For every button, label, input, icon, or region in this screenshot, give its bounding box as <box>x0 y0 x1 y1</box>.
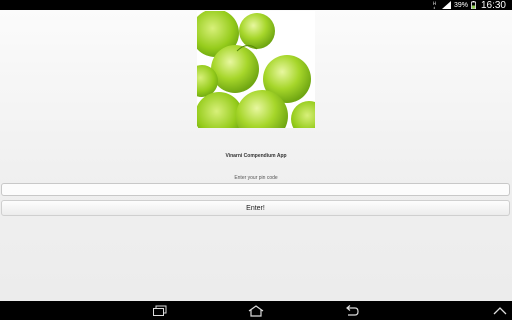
pin-input[interactable] <box>1 183 510 196</box>
battery-icon <box>471 1 476 9</box>
signal-icon <box>441 1 451 9</box>
app-content: Vinarni Compendium App Enter your pin co… <box>0 10 512 301</box>
home-icon[interactable] <box>244 303 268 318</box>
recent-apps-icon[interactable] <box>148 303 172 318</box>
battery-percent: 39% <box>453 1 468 9</box>
status-bar: H ↕ 39% 16:30 <box>0 0 512 11</box>
enter-button[interactable]: Enter! <box>1 200 510 216</box>
svg-text:↕: ↕ <box>433 6 436 9</box>
network-icon: H ↕ <box>433 1 439 9</box>
grapes-logo-image <box>197 11 315 128</box>
clock: 16:30 <box>480 0 506 11</box>
app-title: Vinarni Compendium App <box>225 153 287 159</box>
navigation-bar <box>0 301 512 320</box>
menu-up-icon[interactable] <box>490 303 510 318</box>
pin-label: Enter your pin code <box>234 175 278 181</box>
back-icon[interactable] <box>340 303 364 318</box>
